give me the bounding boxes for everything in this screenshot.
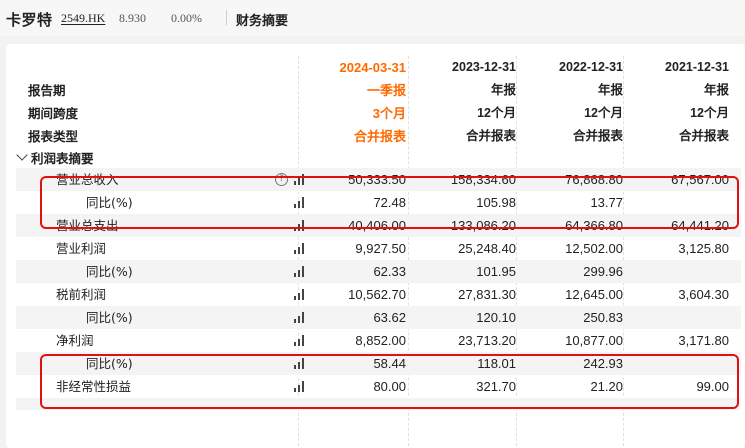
row-label: 报告期	[28, 83, 66, 98]
stock-name: 卡罗特	[6, 11, 53, 29]
stock-code-link[interactable]: 2549.HK	[61, 11, 105, 26]
cell-value	[629, 352, 729, 375]
column-header-2023-12-31[interactable]: 2023-12-31	[414, 56, 516, 79]
cell-value: 80.00	[373, 379, 406, 394]
cell-value: 118.01	[477, 356, 516, 371]
cell-value: 299.96	[583, 264, 623, 279]
row-label: 税前利润	[56, 287, 107, 302]
cell-value: 72.48	[373, 195, 406, 210]
cell-value: 年报	[597, 83, 623, 97]
meta-row-period-span: 期间跨度 3个月 12个月 12个月 12个月	[16, 102, 741, 125]
row-label: 营业总收入	[56, 172, 119, 187]
row-label: 非经常性损益	[56, 379, 132, 394]
cell-value: 21.20	[590, 379, 623, 394]
cell-value: 12,502.00	[565, 241, 623, 256]
cell-value	[629, 191, 729, 214]
cell-value: 27,831.30	[458, 287, 516, 302]
row-label: 营业总支出	[56, 218, 119, 233]
column-header-2022-12-31[interactable]: 2022-12-31	[521, 56, 623, 79]
cell-value	[629, 260, 729, 283]
cell-value: 合并报表	[465, 129, 516, 143]
cell-value: 3,171.80	[678, 333, 729, 348]
row-label: 同比(%)	[86, 195, 133, 210]
table-row: 非经常性损益 80.00 321.70 21.20 99.00	[16, 375, 741, 398]
help-icon[interactable]: ?	[275, 173, 288, 186]
table-row: 营业总收入 ? 50,333.50 158,334.60 76,868.80 6…	[16, 168, 741, 191]
cell-value: 99.00	[696, 379, 729, 394]
meta-row-statement-type: 报表类型 合并报表 合并报表 合并报表 合并报表	[16, 125, 741, 148]
table-row: 营业总支出 40,406.00 133,086.20 64,366.80 64,…	[16, 214, 741, 237]
cell-value: 一季报	[366, 83, 406, 98]
cell-value: 12个月	[477, 106, 516, 120]
cell-value: 250.83	[583, 310, 623, 325]
cell-value: 105.98	[476, 195, 516, 210]
cell-value: 25,248.40	[458, 241, 516, 256]
cell-value: 50,333.50	[348, 172, 406, 187]
section-title: 财务摘要	[236, 14, 289, 29]
table-row: 营业利润 9,927.50 25,248.40 12,502.00 3,125.…	[16, 237, 741, 260]
chevron-down-icon[interactable]	[16, 149, 28, 161]
cell-value: 242.93	[583, 356, 623, 371]
cell-value: 合并报表	[353, 129, 406, 144]
cell-value: 120.10	[476, 310, 516, 325]
row-label: 营业利润	[56, 241, 107, 256]
cell-value: 63.62	[373, 310, 406, 325]
row-label: 同比(%)	[86, 356, 133, 371]
stock-change: 0.00%	[171, 11, 202, 25]
cell-value: 64,441.20	[671, 218, 729, 233]
cell-value: 年报	[703, 83, 729, 97]
cell-value: 101.95	[476, 264, 516, 279]
column-header-2024-03-31[interactable]: 2024-03-31	[304, 56, 407, 79]
cell-value: 40,406.00	[348, 218, 406, 233]
table-row: 同比(%) 72.48 105.98 13.77	[16, 191, 741, 214]
row-label: 期间跨度	[28, 106, 79, 121]
cell-value: 3,125.80	[678, 241, 729, 256]
cell-value: 合并报表	[678, 129, 729, 143]
cell-value: 321.70	[476, 379, 516, 394]
row-label: 同比(%)	[86, 310, 133, 325]
cell-value: 133,086.20	[450, 218, 516, 233]
cell-value: 8,852.00	[355, 333, 406, 348]
cell-value: 23,713.20	[458, 333, 516, 348]
cell-value: 64,366.80	[565, 218, 623, 233]
cell-value: 3,604.30	[678, 287, 729, 302]
cell-value: 67,567.00	[671, 172, 729, 187]
cell-value: 13.77	[590, 195, 623, 210]
table-header-row: 2024-03-31 2023-12-31 2022-12-31 2021-12…	[16, 56, 741, 79]
table-row: 同比(%) 62.33 101.95 299.96	[16, 260, 741, 283]
cell-value: 62.33	[373, 264, 406, 279]
cell-value	[629, 306, 729, 329]
cell-value: 76,868.80	[565, 172, 623, 187]
cell-value: 12个月	[690, 106, 729, 120]
table-row: 同比(%) 63.62 120.10 250.83	[16, 306, 741, 329]
cell-value: 12,645.00	[565, 287, 623, 302]
column-header-2021-12-31[interactable]: 2021-12-31	[629, 56, 729, 79]
cell-value: 158,334.60	[450, 172, 516, 187]
financial-summary-panel: 2024-03-31 2023-12-31 2022-12-31 2021-12…	[6, 44, 745, 448]
group-toggle-income-summary[interactable]: 利润表摘要	[16, 149, 741, 168]
cell-value: 9,927.50	[355, 241, 406, 256]
cell-value: 12个月	[584, 106, 623, 120]
stock-price: 8.930	[119, 11, 146, 25]
row-label: 同比(%)	[86, 264, 133, 279]
table-row: 同比(%) 58.44 118.01 242.93	[16, 352, 741, 375]
cell-value: 3个月	[372, 106, 406, 121]
table-row: 税前利润 10,562.70 27,831.30 12,645.00 3,604…	[16, 283, 741, 306]
group-label: 利润表摘要	[31, 151, 94, 166]
row-label: 报表类型	[28, 129, 79, 144]
header-divider	[226, 10, 227, 25]
cell-value: 10,877.00	[565, 333, 623, 348]
meta-row-report-period: 报告期 一季报 年报 年报 年报	[16, 79, 741, 102]
row-label: 净利润	[56, 333, 94, 348]
table-row: 净利润 8,852.00 23,713.20 10,877.00 3,171.8…	[16, 329, 741, 352]
cell-value: 58.44	[373, 356, 406, 371]
stock-header: 卡罗特 2549.HK 8.930 0.00% 财务摘要	[0, 0, 745, 36]
cell-value: 10,562.70	[348, 287, 406, 302]
cell-value: 合并报表	[572, 129, 623, 143]
table-row-partial	[16, 398, 741, 410]
cell-value: 年报	[490, 83, 516, 97]
